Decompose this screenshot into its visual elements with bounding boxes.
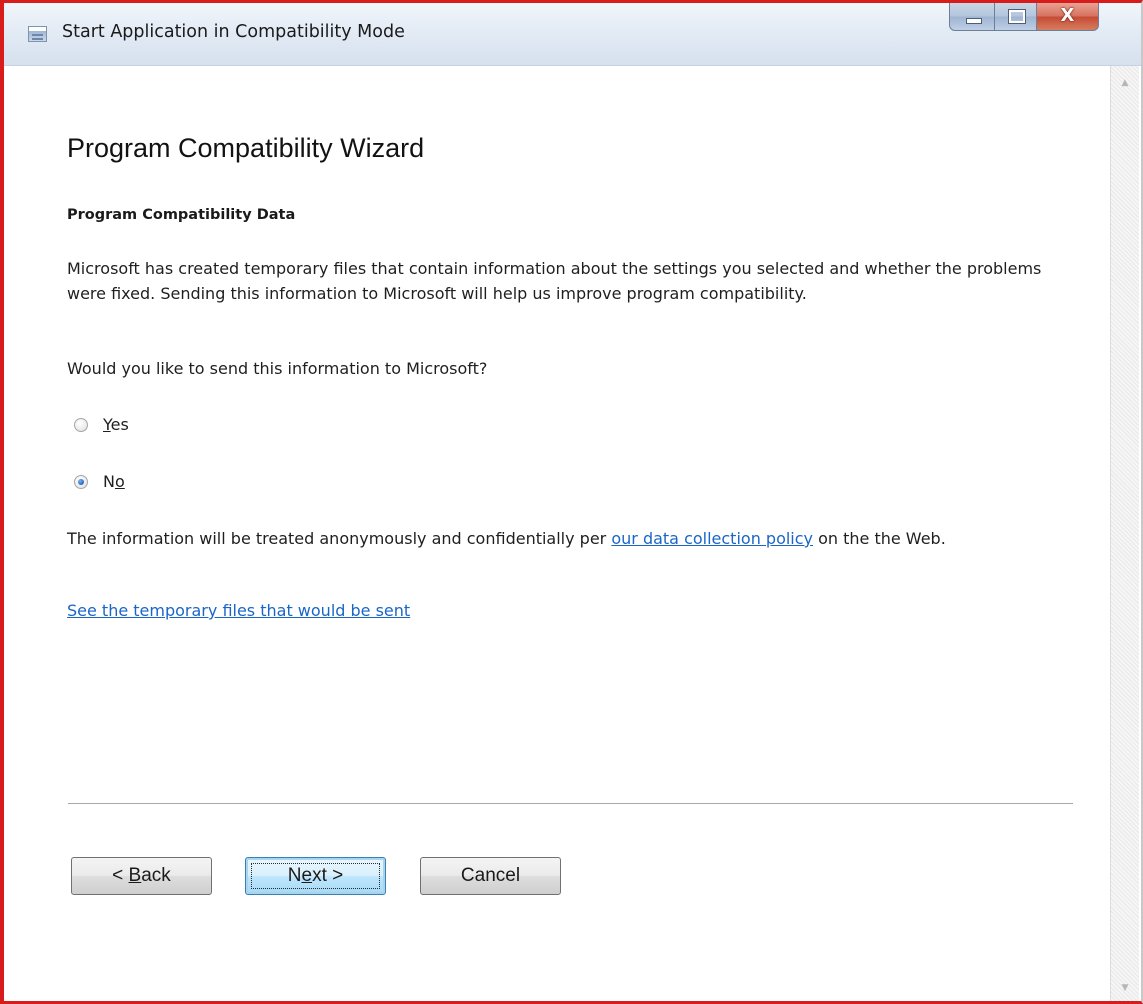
- cancel-button[interactable]: Cancel: [420, 857, 561, 895]
- maximize-button[interactable]: [995, 3, 1037, 31]
- question-text: Would you like to send this information …: [67, 359, 488, 378]
- radio-option-no[interactable]: No: [74, 472, 125, 491]
- next-button[interactable]: Next >: [245, 857, 386, 895]
- window-title: Start Application in Compatibility Mode: [62, 22, 405, 42]
- compatibility-window: Start Application in Compatibility Mode …: [0, 0, 1143, 1004]
- minimize-button[interactable]: [949, 3, 995, 31]
- window-app-icon: [28, 26, 47, 42]
- privacy-info-text: The information will be treated anonymou…: [67, 529, 946, 548]
- scroll-up-arrow-icon[interactable]: ▲: [1111, 78, 1139, 88]
- description-text: Microsoft has created temporary files th…: [67, 259, 1042, 303]
- close-button[interactable]: X: [1037, 3, 1099, 31]
- radio-yes-input[interactable]: [74, 417, 88, 432]
- caption-buttons: X: [949, 3, 1139, 33]
- radio-yes-label: Yes: [103, 415, 129, 434]
- section-heading: Program Compatibility Data: [67, 207, 296, 223]
- back-button[interactable]: < Back: [71, 857, 212, 895]
- data-collection-policy-link[interactable]: our data collection policy: [611, 529, 813, 548]
- radio-option-yes[interactable]: Yes: [74, 415, 129, 434]
- see-temporary-files-link[interactable]: See the temporary files that would be se…: [67, 601, 410, 620]
- radio-no-label: No: [103, 472, 125, 491]
- minimize-icon: [966, 18, 982, 24]
- title-bar[interactable]: Start Application in Compatibility Mode …: [4, 3, 1141, 66]
- vertical-scrollbar[interactable]: ▲ ▼: [1110, 66, 1139, 1001]
- scroll-down-arrow-icon[interactable]: ▼: [1111, 983, 1139, 993]
- radio-no-input[interactable]: [74, 474, 88, 489]
- page-title: Program Compatibility Wizard: [67, 133, 425, 163]
- footer-divider: [68, 803, 1073, 805]
- maximize-icon: [1008, 9, 1026, 24]
- close-icon: X: [1060, 5, 1075, 26]
